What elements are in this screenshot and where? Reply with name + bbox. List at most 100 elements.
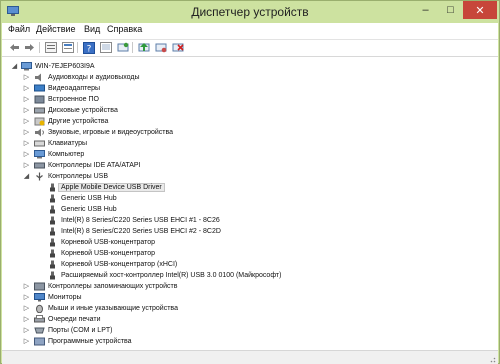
update-driver-icon[interactable]	[115, 40, 130, 55]
computer-name: WIN-7EJEP603I9A	[35, 63, 95, 70]
expand-arrow-icon[interactable]: ▷	[23, 292, 30, 303]
expand-arrow-icon[interactable]: ▷	[23, 138, 30, 149]
category-label: Программные устройства	[48, 338, 132, 345]
tree-device[interactable]: Корневой USB-концентратор (xHCI)	[47, 259, 177, 270]
tree-category[interactable]: ▷ Видеоадаптеры	[23, 83, 100, 94]
tree-category[interactable]: ▷ Мыши и иные указывающие устройства	[23, 303, 178, 314]
toolbar-separator	[77, 42, 78, 53]
monitor-icon	[34, 293, 45, 302]
tree-category[interactable]: ▷ Дисковые устройства	[23, 105, 118, 116]
maximize-button[interactable]: □	[438, 1, 463, 19]
tree-device-selected[interactable]: Apple Mobile Device USB Driver	[47, 182, 165, 193]
resize-grip-icon[interactable]	[488, 355, 496, 363]
uninstall-icon[interactable]	[170, 40, 185, 55]
tree-category[interactable]: ▷ Мониторы	[23, 292, 82, 303]
usb-device-icon	[50, 183, 55, 192]
usb-device-icon	[50, 260, 55, 269]
expand-arrow-icon[interactable]: ▷	[23, 105, 30, 116]
expand-arrow-icon[interactable]: ▷	[23, 116, 30, 127]
display-adapter-icon	[34, 84, 45, 92]
expand-arrow-icon[interactable]: ▷	[23, 281, 30, 292]
category-label: Контроллеры запоминающих устройств	[48, 283, 178, 290]
device-view-icon[interactable]	[43, 40, 58, 55]
category-label: Аудиовходы и аудиовыходы	[48, 74, 140, 81]
tree-category[interactable]: ▷ Встроенное ПО	[23, 94, 99, 105]
close-button[interactable]: ✕	[463, 1, 497, 19]
tree-category[interactable]: ▷ Звуковые, игровые и видеоустройства	[23, 127, 173, 138]
enable-icon[interactable]	[136, 40, 151, 55]
tree-category[interactable]: ▷ Аудиовходы и аудиовыходы	[23, 72, 140, 83]
usb-device-icon	[50, 227, 55, 236]
expand-arrow-icon[interactable]: ▷	[23, 303, 30, 314]
device-label: Корневой USB-концентратор	[61, 250, 156, 257]
usb-device-icon	[50, 238, 55, 247]
device-label: Generic USB Hub	[61, 195, 117, 202]
disk-icon	[34, 107, 45, 114]
device-label: Корневой USB-концентратор	[61, 239, 156, 246]
usb-icon	[36, 172, 43, 181]
computer-icon	[34, 150, 45, 159]
category-label: Контроллеры USB	[48, 173, 108, 180]
expand-arrow-icon[interactable]: ▷	[23, 325, 30, 336]
menu-action[interactable]: Действие	[36, 24, 76, 34]
tree-category[interactable]: ▷ Контроллеры IDE ATA/ATAPI	[23, 160, 141, 171]
help-icon[interactable]: ?	[81, 40, 96, 55]
tree-category[interactable]: ▷ Другие устройства	[23, 116, 108, 127]
tree-device[interactable]: Корневой USB-концентратор	[47, 237, 155, 248]
tree-category[interactable]: ▷ Очереди печати	[23, 314, 101, 325]
category-label: Другие устройства	[48, 118, 109, 125]
tree-category[interactable]: ▷ Порты (COM и LPT)	[23, 325, 113, 336]
category-label: Мыши и иные указывающие устройства	[48, 305, 178, 312]
usb-device-icon	[50, 194, 55, 203]
category-label: Видеоадаптеры	[48, 85, 101, 92]
expand-arrow-icon[interactable]: ▷	[23, 94, 30, 105]
tree-category[interactable]: ▷ Контроллеры запоминающих устройств	[23, 281, 178, 292]
keyboard-icon	[34, 140, 45, 147]
expand-arrow-icon[interactable]: ▷	[23, 336, 30, 347]
minimize-button[interactable]: –	[413, 1, 438, 19]
disable-icon[interactable]	[153, 40, 168, 55]
device-tree[interactable]: ◢ WIN-7EJEP603I9A ▷ Аудиовходы и аудиовы…	[2, 56, 498, 351]
tree-root[interactable]: ◢ WIN-7EJEP603I9A	[11, 61, 95, 72]
toolbar-separator	[132, 42, 133, 53]
sound-icon	[35, 128, 44, 137]
scan-icon[interactable]	[98, 40, 113, 55]
forward-icon[interactable]	[22, 40, 37, 55]
collapse-arrow-icon[interactable]: ◢	[23, 171, 30, 182]
menu-help[interactable]: Справка	[107, 24, 142, 34]
tree-category[interactable]: ▷ Программные устройства	[23, 336, 132, 347]
device-label: Apple Mobile Device USB Driver	[58, 183, 165, 192]
expand-arrow-icon[interactable]: ▷	[23, 127, 30, 138]
usb-device-icon	[50, 271, 55, 280]
expand-arrow-icon[interactable]: ▷	[23, 72, 30, 83]
expand-arrow-icon[interactable]: ▷	[23, 83, 30, 94]
tree-category[interactable]: ▷ Клавиатуры	[23, 138, 87, 149]
tree-category[interactable]: ◢ Контроллеры USB	[23, 171, 108, 182]
expand-arrow-icon[interactable]: ▷	[23, 314, 30, 325]
properties-icon[interactable]	[60, 40, 75, 55]
category-label: Компьютер	[48, 151, 85, 158]
tree-device[interactable]: Generic USB Hub	[47, 204, 117, 215]
tree-device[interactable]: Корневой USB-концентратор	[47, 248, 155, 259]
expand-arrow-icon[interactable]: ▷	[23, 160, 30, 171]
expand-arrow-icon[interactable]: ▷	[23, 149, 30, 160]
tree-device[interactable]: Generic USB Hub	[47, 193, 117, 204]
back-icon[interactable]	[7, 40, 22, 55]
category-label: Порты (COM и LPT)	[48, 327, 113, 334]
category-label: Клавиатуры	[48, 140, 88, 147]
tree-category[interactable]: ▷ Компьютер	[23, 149, 84, 160]
audio-icon	[35, 73, 41, 82]
tree-device[interactable]: Intel(R) 8 Series/C220 Series USB EHCI #…	[47, 226, 221, 237]
category-label: Дисковые устройства	[48, 107, 118, 114]
toolbar-separator	[39, 42, 40, 53]
computer-icon	[21, 62, 32, 71]
title-bar[interactable]: Диспетчер устройств – □ ✕	[1, 1, 499, 23]
ide-icon	[34, 162, 45, 169]
tree-device[interactable]: Intel(R) 8 Series/C220 Series USB EHCI #…	[47, 215, 220, 226]
menu-file[interactable]: Файл	[8, 24, 30, 34]
menu-view[interactable]: Вид	[84, 24, 100, 34]
collapse-arrow-icon[interactable]: ◢	[11, 61, 18, 72]
category-label: Встроенное ПО	[48, 96, 99, 103]
tree-device[interactable]: Расширяемый хост-контроллер Intel(R) USB…	[47, 270, 281, 281]
device-label: Корневой USB-концентратор (xHCI)	[61, 261, 178, 268]
